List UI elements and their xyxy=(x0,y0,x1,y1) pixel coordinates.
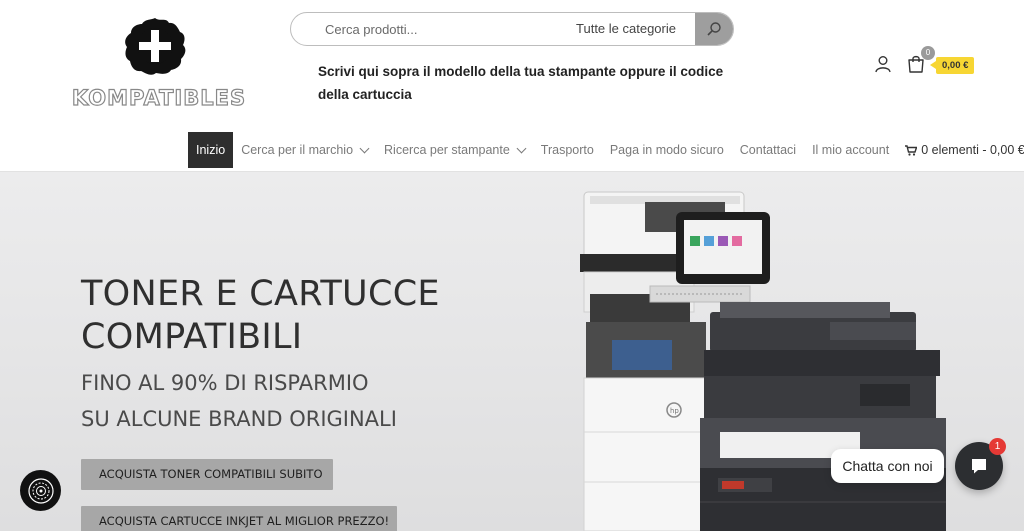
nav-item-secure-payment[interactable]: Paga in modo sicuro xyxy=(602,132,732,168)
nav-item-account[interactable]: Il mio account xyxy=(804,132,897,168)
chat-icon xyxy=(972,459,986,474)
logo-text: KOMPATIBLES xyxy=(71,85,247,110)
search-button[interactable] xyxy=(695,13,733,45)
search-bar: Tutte le categorie xyxy=(290,12,734,46)
logo-cross-icon xyxy=(125,18,186,75)
nav-label: Contattaci xyxy=(739,143,797,157)
hero-title: TONER E CARTUCCE COMPATIBILI xyxy=(81,274,440,357)
nav-item-home[interactable]: Inizio xyxy=(188,132,234,168)
hero-subtitle: FINO AL 90% DI RISPARMIO SU ALCUNE BRAND… xyxy=(81,365,501,437)
nav-label: Inizio xyxy=(196,143,226,157)
search-helper-text: Scrivi qui sopra il modello della tua st… xyxy=(318,64,724,102)
cart-count-badge: 0 xyxy=(921,46,935,60)
nav-item-brand[interactable]: Cerca per il marchio xyxy=(233,132,376,168)
nav-label: Cerca per il marchio xyxy=(241,143,354,157)
nav-label: Ricerca per stampante xyxy=(384,143,510,157)
nav-label: Paga in modo sicuro xyxy=(609,143,724,157)
category-select[interactable]: Tutte le categorie xyxy=(573,13,679,45)
accessibility-button[interactable] xyxy=(20,470,61,511)
nav-item-shipping[interactable]: Trasporto xyxy=(533,132,602,168)
nav-item-printer-search[interactable]: Ricerca per stampante xyxy=(376,132,533,168)
chevron-down-icon xyxy=(359,143,370,153)
hero-subtitle-line-1: FINO AL 90% DI RISPARMIO xyxy=(81,371,369,395)
page: KOMPATIBLES Tutte le categorie Scrivi qu… xyxy=(0,0,1024,531)
hero-subtitle-line-2: SU ALCUNE BRAND ORIGINALI xyxy=(81,407,397,431)
search-input[interactable] xyxy=(311,13,551,45)
svg-text:hp: hp xyxy=(670,407,679,415)
nav-label: Trasporto xyxy=(540,143,594,157)
account-icon[interactable] xyxy=(874,55,892,73)
nav-cart-label: 0 elementi - 0,00 € xyxy=(921,143,1024,157)
chat-notification-badge: 1 xyxy=(989,438,1006,455)
cart-total-badge[interactable]: 0,00 € xyxy=(929,57,975,74)
nav-label: Il mio account xyxy=(812,143,890,157)
buy-inkjet-button[interactable]: ACQUISTA CARTUCCE INKJET AL MIGLIOR PREZ… xyxy=(81,506,397,531)
chevron-down-icon xyxy=(516,143,527,153)
accessibility-icon xyxy=(27,477,54,504)
main-nav: Inizio Cerca per il marchio Ricerca per … xyxy=(188,132,1024,168)
chat-prompt[interactable]: Chatta con noi xyxy=(831,449,944,483)
shopping-cart-icon xyxy=(905,144,918,156)
search-icon xyxy=(707,22,721,36)
nav-item-cart[interactable]: 0 elementi - 0,00 € xyxy=(897,132,1024,168)
buy-toner-button[interactable]: ACQUISTA TONER COMPATIBILI SUBITO xyxy=(81,459,333,490)
site-logo[interactable]: KOMPATIBLES xyxy=(56,14,262,114)
nav-item-contact[interactable]: Contattaci xyxy=(732,132,804,168)
